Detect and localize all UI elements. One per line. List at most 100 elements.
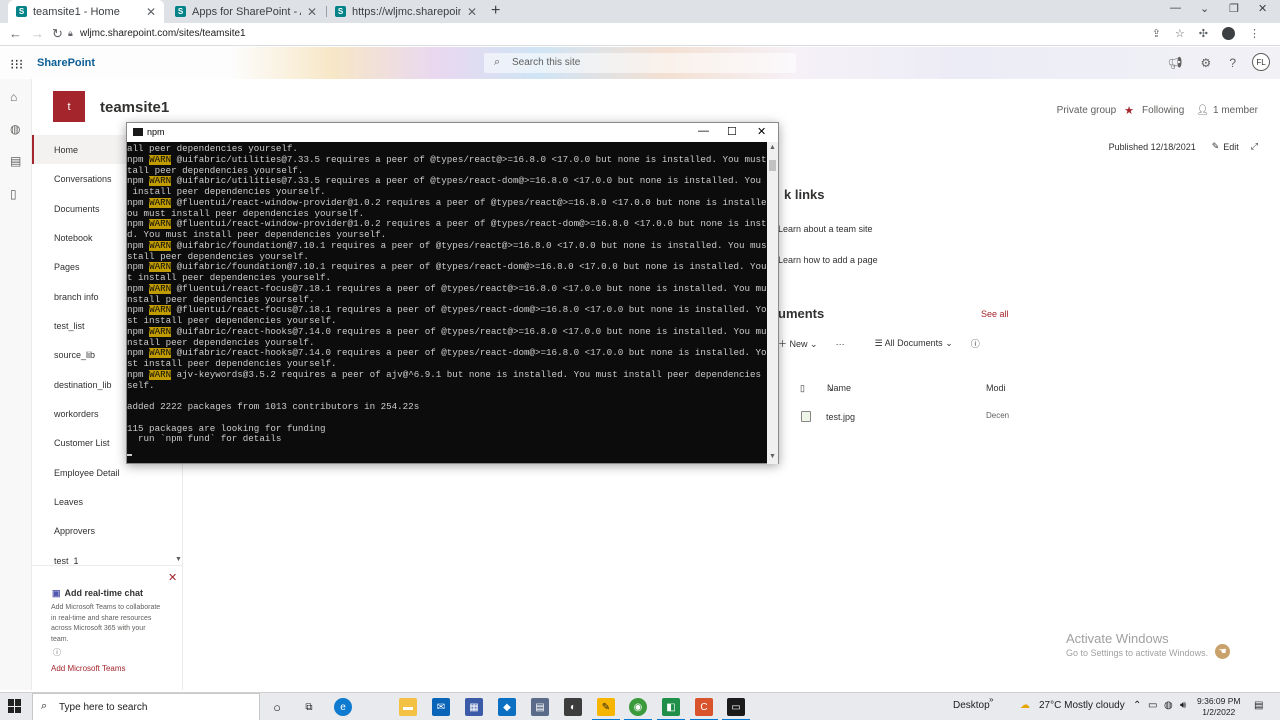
forward-arrow-icon[interactable]: → bbox=[31, 26, 44, 41]
extensions-puzzle-icon[interactable]: ✣ bbox=[1199, 27, 1208, 40]
see-all-link[interactable]: See all bbox=[981, 309, 1009, 319]
quick-link-team-site[interactable]: Learn about a team site bbox=[778, 224, 873, 234]
new-button[interactable]: ＋ New ⌄ bbox=[778, 337, 818, 350]
browser-tab-apps[interactable]: S Apps for SharePoint - All Apps ✕ bbox=[167, 0, 325, 23]
scroll-thumb[interactable] bbox=[769, 160, 776, 171]
profile-avatar-icon[interactable] bbox=[1222, 27, 1235, 40]
chevron-icon[interactable]: » bbox=[989, 695, 993, 704]
console-line: npm WARN @uifabric/utilities@7.33.5 requ… bbox=[127, 154, 767, 166]
share-icon[interactable]: ⇪ bbox=[1152, 27, 1161, 40]
file-name-link[interactable]: test.jpg bbox=[826, 412, 855, 422]
file-type-header-icon[interactable]: ▯ bbox=[800, 383, 805, 394]
members-button[interactable]: 1 member bbox=[1213, 105, 1258, 116]
restore-icon[interactable]: ❐ bbox=[1229, 2, 1239, 15]
show-hidden-icons-icon[interactable]: ⌃ bbox=[1133, 700, 1141, 711]
network-icon[interactable]: ◍ bbox=[1164, 700, 1173, 711]
following-star-icon[interactable]: ★ bbox=[1124, 104, 1134, 117]
bookmark-star-icon[interactable]: ☆ bbox=[1175, 27, 1185, 40]
view-selector[interactable]: ☰ All Documents ⌄ bbox=[875, 338, 953, 349]
calculator-icon[interactable]: ▤ bbox=[531, 698, 549, 716]
console-line: stall peer dependencies yourself. bbox=[127, 252, 767, 263]
file-explorer-icon[interactable]: ▬ bbox=[399, 698, 417, 716]
site-search-input[interactable]: ⌕ Search this site bbox=[484, 53, 796, 73]
search-icon: ⌕ bbox=[494, 56, 501, 68]
volume-icon[interactable]: 🔊︎ bbox=[1180, 700, 1186, 711]
store-icon[interactable]: ◆ bbox=[498, 698, 516, 716]
following-button[interactable]: Following bbox=[1142, 105, 1184, 116]
nav-item-approvers[interactable]: Approvers bbox=[32, 516, 180, 545]
close-tab-icon[interactable]: ✕ bbox=[307, 5, 317, 19]
url-field[interactable]: wljmc.sharepoint.com/sites/teamsite1 bbox=[80, 28, 246, 39]
cortana-icon[interactable]: ○ bbox=[268, 698, 286, 716]
app-icon[interactable]: ▦ bbox=[465, 698, 483, 716]
console-minimize-icon[interactable]: — bbox=[698, 125, 709, 137]
edit-pencil-icon[interactable]: ✎ bbox=[1212, 141, 1220, 152]
new-tab-icon[interactable]: + bbox=[491, 2, 500, 20]
recorder-icon[interactable]: C bbox=[690, 698, 718, 720]
collapse-icon[interactable]: ⌄ bbox=[1200, 2, 1209, 15]
weather-text[interactable]: 27°C Mostly cloudy bbox=[1039, 700, 1125, 711]
console-scrollbar[interactable]: ▲ ▼ bbox=[767, 142, 778, 464]
add-teams-link[interactable]: Add Microsoft Teams bbox=[51, 664, 126, 673]
console-text: @fluentui/react-window-provider@1.0.2 re… bbox=[171, 197, 767, 208]
site-logo[interactable]: t bbox=[53, 91, 85, 122]
help-icon[interactable]: ? bbox=[1229, 56, 1236, 70]
menu-kebab-icon[interactable]: ⋮ bbox=[1249, 27, 1260, 40]
quick-link-add-page[interactable]: Learn how to add a page bbox=[778, 255, 878, 265]
globe-icon[interactable]: ◍ bbox=[10, 122, 20, 136]
megaphone-icon[interactable]: 📢︎ bbox=[1167, 56, 1182, 70]
nav-scroll-down-icon[interactable]: ▼ bbox=[175, 556, 182, 563]
home-icon[interactable]: ⌂ bbox=[10, 90, 17, 104]
notifications-icon[interactable]: ▤ bbox=[1254, 700, 1263, 711]
console-close-icon[interactable]: ✕ bbox=[757, 125, 766, 138]
lock-icon[interactable]: 🔒︎ bbox=[68, 28, 73, 39]
mail-icon[interactable]: ✉ bbox=[432, 698, 450, 716]
chrome-browser-icon[interactable]: ◉ bbox=[624, 698, 652, 720]
column-header-name[interactable]: Name ⌄ bbox=[827, 383, 851, 394]
console-maximize-icon[interactable]: ☐ bbox=[727, 125, 737, 138]
edit-button[interactable]: Edit bbox=[1223, 142, 1239, 152]
scroll-down-icon[interactable]: ▼ bbox=[769, 453, 776, 460]
console-title-bar[interactable]: npm — ☐ ✕ bbox=[127, 123, 778, 142]
app-icon[interactable]: ◐ bbox=[564, 698, 582, 716]
taskbar-search-input[interactable]: ⌕ Type here to search bbox=[32, 693, 260, 720]
news-icon[interactable]: ▤ bbox=[10, 154, 21, 168]
weather-icon[interactable]: ☁ bbox=[1020, 700, 1030, 711]
console-line: install peer dependencies yourself. bbox=[127, 187, 767, 198]
desktop-toolbar[interactable]: Desktop bbox=[953, 700, 990, 711]
npm-console-window[interactable]: npm — ☐ ✕ all peer dependencies yourself… bbox=[126, 122, 779, 464]
minimize-icon[interactable]: — bbox=[1170, 2, 1181, 14]
console-output[interactable]: all peer dependencies yourself. npm WARN … bbox=[127, 142, 767, 464]
command-prompt-icon[interactable]: ▭ bbox=[722, 698, 750, 720]
browser-tab-url[interactable]: S https://wljmc.sharepoint.com/sit ✕ bbox=[327, 0, 485, 23]
settings-gear-icon[interactable]: ⚙ bbox=[1201, 56, 1212, 70]
expand-icon[interactable]: ⤢ bbox=[1251, 141, 1258, 152]
sharepoint-brand-link[interactable]: SharePoint bbox=[37, 57, 95, 69]
close-window-icon[interactable]: ✕ bbox=[1258, 2, 1267, 15]
info-icon[interactable]: ⓘ bbox=[53, 647, 61, 658]
file-icon[interactable]: ▯ bbox=[10, 187, 17, 201]
camtasia-icon[interactable]: ◧ bbox=[657, 698, 685, 720]
more-options-icon[interactable]: ··· bbox=[836, 339, 845, 349]
back-arrow-icon[interactable]: ← bbox=[9, 26, 22, 41]
close-tab-icon[interactable]: ✕ bbox=[146, 5, 156, 19]
edge-browser-icon[interactable]: e bbox=[334, 698, 352, 716]
battery-icon[interactable]: ▭ bbox=[1148, 700, 1157, 711]
reload-icon[interactable]: ↻ bbox=[52, 26, 63, 42]
close-panel-icon[interactable]: ✕ bbox=[168, 571, 177, 584]
user-avatar[interactable]: FL bbox=[1252, 53, 1270, 71]
task-view-icon[interactable]: ⧉ bbox=[300, 698, 318, 716]
sticky-notes-icon[interactable]: ✎ bbox=[592, 698, 620, 720]
console-text: run `npm fund` for details bbox=[127, 434, 282, 445]
browser-tab-teamsite1[interactable]: S teamsite1 - Home ✕ bbox=[8, 0, 164, 23]
site-title[interactable]: teamsite1 bbox=[100, 99, 169, 116]
app-launcher-waffle-icon[interactable]: ⁝⁝⁝ bbox=[10, 56, 23, 73]
scroll-up-icon[interactable]: ▲ bbox=[769, 144, 776, 151]
info-icon[interactable]: ⓘ bbox=[971, 337, 980, 350]
system-clock[interactable]: 9:36:09 PM 1/2/2022 bbox=[1197, 696, 1240, 718]
windows-start-icon[interactable] bbox=[8, 699, 22, 713]
column-header-modified[interactable]: Modi bbox=[986, 383, 1006, 393]
close-tab-icon[interactable]: ✕ bbox=[467, 5, 477, 19]
nav-item-leaves[interactable]: Leaves bbox=[32, 487, 180, 516]
file-modified-date: Decen bbox=[986, 411, 1010, 420]
